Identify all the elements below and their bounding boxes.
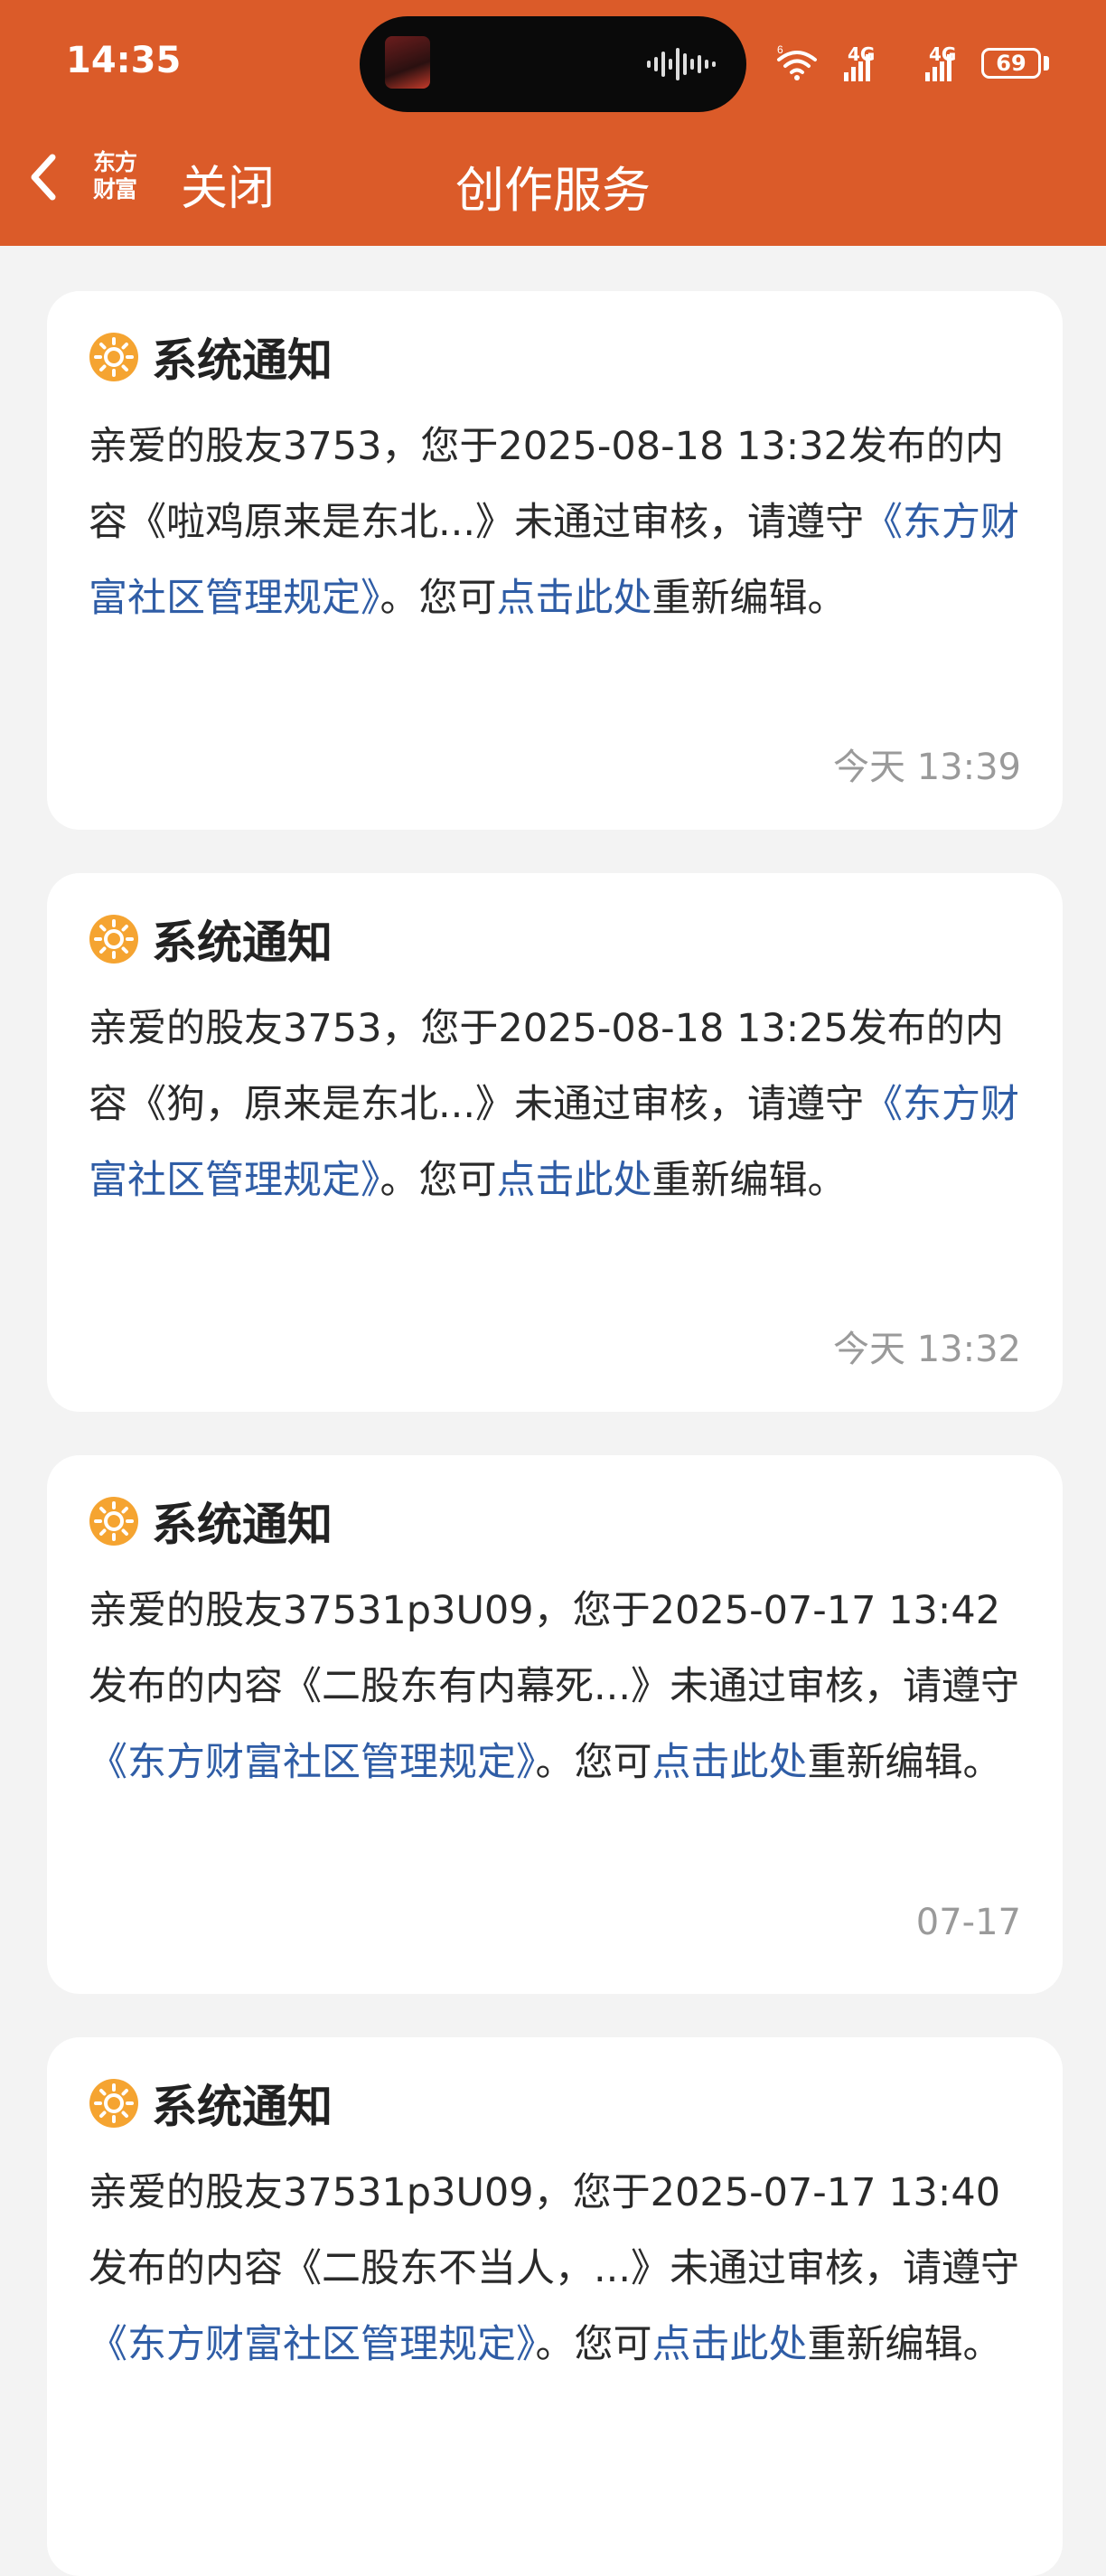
notification-card[interactable]: 系统通知 亲爱的股友3753，您于2025-08-18 13:32发布的内容《啦…: [47, 291, 1063, 830]
message-text: 。您可: [380, 576, 497, 621]
card-title: 系统通知: [152, 917, 333, 969]
battery-nub: [1044, 56, 1049, 71]
message-text: 重新编辑。: [651, 1158, 847, 1203]
card-header: 系统通知: [89, 909, 333, 969]
card-title: 系统通知: [152, 2081, 333, 2133]
edit-link[interactable]: 点击此处: [497, 1158, 652, 1203]
message-text: 。您可: [535, 2322, 652, 2367]
sun-icon: [89, 915, 138, 964]
now-playing-artwork: [385, 36, 430, 89]
rules-link[interactable]: 《东方财富社区管理规定》: [89, 2322, 536, 2367]
edit-link[interactable]: 点击此处: [652, 1740, 808, 1785]
rules-link[interactable]: 《东方财富社区管理规定》: [89, 1740, 536, 1785]
notification-card[interactable]: 系统通知 亲爱的股友37531p3U09，您于2025-07-17 13:40发…: [47, 2037, 1063, 2576]
dynamic-island[interactable]: [360, 16, 746, 112]
message-text: 重新编辑。: [807, 2322, 1002, 2367]
message-text: 。您可: [380, 1158, 497, 1203]
card-timestamp: 今天 13:39: [833, 747, 1021, 788]
notification-card[interactable]: 系统通知 亲爱的股友3753，您于2025-08-18 13:25发布的内容《狗…: [47, 873, 1063, 1412]
network-label-2: 4G: [929, 43, 957, 65]
sun-icon: [89, 2079, 138, 2128]
edit-link[interactable]: 点击此处: [497, 576, 652, 621]
network-label-1: 4G: [848, 43, 876, 65]
card-timestamp: 07-17: [915, 1902, 1021, 1943]
card-header: 系统通知: [89, 327, 333, 387]
page-title: 创作服务: [455, 162, 651, 219]
message-text: 亲爱的股友37531p3U09，您于2025-07-17 13:40发布的内容《…: [89, 2170, 1020, 2291]
card-timestamp: 今天 13:32: [833, 1329, 1021, 1370]
card-title: 系统通知: [152, 334, 333, 387]
card-title: 系统通知: [152, 1499, 333, 1551]
app-header: 14:35 6 4G 4G 69 东方 财富 关闭 创作服务: [0, 0, 1106, 246]
audio-wave-icon: [647, 48, 716, 80]
wifi-icon: [777, 51, 817, 74]
message-text: 。您可: [535, 1740, 652, 1785]
card-message: 亲爱的股友37531p3U09，您于2025-07-17 13:40发布的内容《…: [89, 2155, 1037, 2383]
status-time: 14:35: [66, 40, 182, 81]
message-text: 重新编辑。: [651, 576, 847, 621]
sun-icon: [89, 1497, 138, 1546]
card-header: 系统通知: [89, 2073, 333, 2133]
edit-link[interactable]: 点击此处: [652, 2322, 808, 2367]
card-message: 亲爱的股友3753，您于2025-08-18 13:32发布的内容《啦鸡原来是东…: [89, 409, 1037, 636]
notification-card[interactable]: 系统通知 亲爱的股友37531p3U09，您于2025-07-17 13:42发…: [47, 1455, 1063, 1994]
sun-icon: [89, 333, 138, 381]
message-text: 亲爱的股友37531p3U09，您于2025-07-17 13:42发布的内容《…: [89, 1588, 1020, 1709]
card-header: 系统通知: [89, 1491, 333, 1551]
message-text: 重新编辑。: [807, 1740, 1002, 1785]
battery-indicator: 69: [981, 48, 1041, 79]
card-message: 亲爱的股友3753，您于2025-08-18 13:25发布的内容《狗，原来是东…: [89, 991, 1037, 1218]
card-message: 亲爱的股友37531p3U09，您于2025-07-17 13:42发布的内容《…: [89, 1573, 1037, 1800]
svg-text:6: 6: [777, 43, 783, 56]
